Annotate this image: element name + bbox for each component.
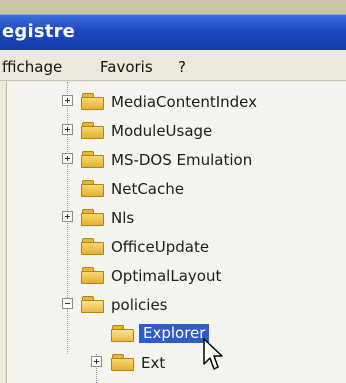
open-folder-icon — [81, 296, 105, 313]
menu-favoris[interactable]: Favoris — [100, 58, 153, 76]
tree-item-label: ModuleUsage — [111, 122, 213, 140]
folder-icon — [81, 93, 105, 110]
tree-item-nls[interactable]: Nls — [7, 206, 346, 228]
tree-item-mediacontentindex[interactable]: MediaContentIndex — [7, 90, 346, 112]
folder-icon — [111, 354, 135, 371]
tree-item-officeupdate[interactable]: OfficeUpdate — [7, 235, 346, 257]
background-strip — [0, 0, 346, 14]
menu-help[interactable]: ? — [178, 58, 186, 76]
menu-affichage[interactable]: ffichage — [2, 58, 62, 76]
tree-item-optimallayout[interactable]: OptimalLayout — [7, 264, 346, 286]
expand-icon[interactable] — [62, 211, 73, 222]
tree-item-policies[interactable]: policies — [7, 293, 346, 315]
tree-item-label: policies — [111, 296, 168, 314]
tree-item-label: MS-DOS Emulation — [111, 151, 253, 169]
mouse-pointer-icon — [203, 338, 223, 370]
expand-icon[interactable] — [62, 124, 73, 135]
collapse-icon[interactable] — [62, 298, 73, 309]
tree-item-ext[interactable]: Ext — [7, 351, 346, 373]
expand-icon[interactable] — [62, 95, 73, 106]
folder-icon — [81, 267, 105, 284]
open-folder-icon — [111, 325, 135, 342]
tree-item-label: Ext — [141, 354, 166, 372]
registry-editor-window: egistre ffichage Favoris ? MediaContentI… — [0, 0, 346, 383]
tree-item-label: Nls — [111, 209, 135, 227]
tree-item-explorer[interactable]: Explorer — [7, 322, 346, 344]
tree-item-moduleusage[interactable]: ModuleUsage — [7, 119, 346, 141]
folder-icon — [81, 151, 105, 168]
menu-bar: ffichage Favoris ? — [0, 50, 346, 81]
folder-icon — [81, 180, 105, 197]
registry-tree: MediaContentIndex ModuleUsage MS-DOS Emu… — [6, 82, 346, 383]
tree-item-label: NetCache — [111, 180, 184, 198]
tree-item-label: Explorer — [139, 324, 210, 343]
window-title: egistre — [2, 21, 76, 42]
title-bar[interactable]: egistre — [0, 14, 346, 51]
folder-icon — [81, 209, 105, 226]
tree-item-label: OfficeUpdate — [111, 238, 210, 256]
tree-item-label: MediaContentIndex — [111, 93, 258, 111]
expand-icon[interactable] — [62, 153, 73, 164]
folder-icon — [81, 238, 105, 255]
folder-icon — [81, 122, 105, 139]
expand-icon[interactable] — [91, 356, 102, 367]
tree-item-netcache[interactable]: NetCache — [7, 177, 346, 199]
tree-item-ms-dos-emulation[interactable]: MS-DOS Emulation — [7, 148, 346, 170]
tree-item-label: OptimalLayout — [111, 267, 222, 285]
